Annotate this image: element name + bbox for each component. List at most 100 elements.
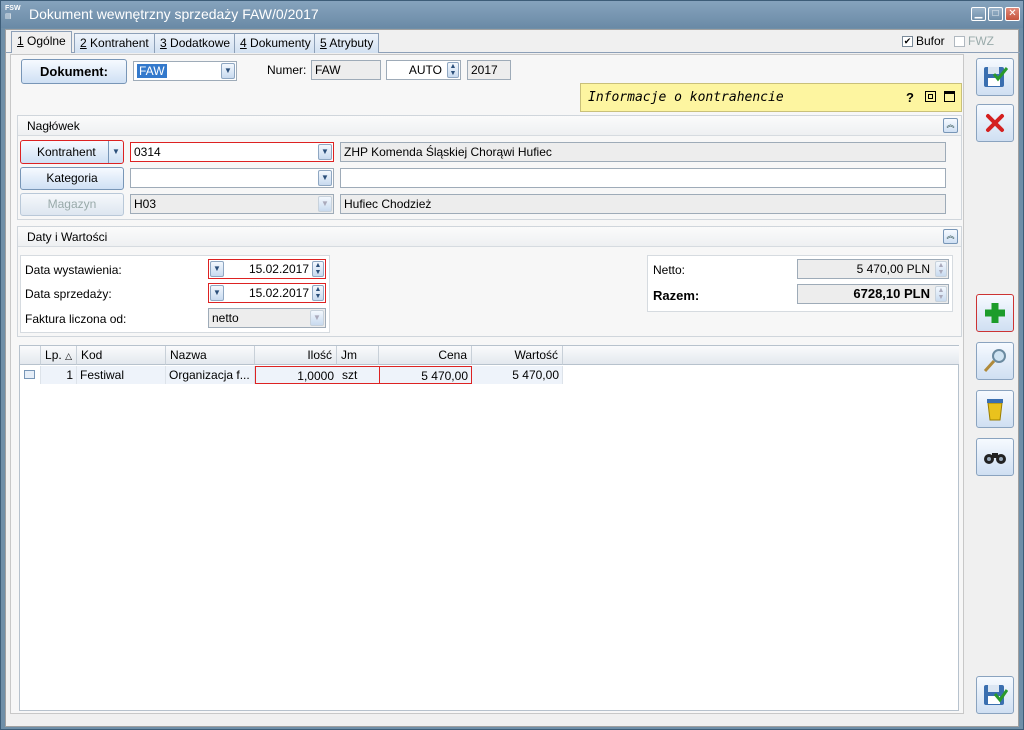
tab-key: 4 <box>240 36 247 50</box>
cell-jm: szt <box>342 368 358 382</box>
tab-dodatkowe[interactable]: 3 Dodatkowe <box>154 33 237 53</box>
fwz-checkbox[interactable] <box>954 36 965 47</box>
tab-label: Kontrahent <box>86 36 149 50</box>
magazyn-button: Magazyn <box>20 193 124 216</box>
grid-select-header[interactable] <box>20 346 41 365</box>
grid-header-filler <box>563 346 959 365</box>
row-selector[interactable] <box>20 366 41 384</box>
trash-bin-icon <box>987 399 1003 421</box>
grid-header-cena[interactable]: Cena <box>379 346 472 365</box>
grid-header-nazwa[interactable]: Nazwa <box>166 346 255 365</box>
spin-icon: ▲ ▼ <box>935 286 947 302</box>
window-title: Dokument wewnętrzny sprzedaży FAW/0/2017 <box>29 6 319 22</box>
add-item-button[interactable] <box>976 294 1014 332</box>
document-type-value: FAW <box>137 64 167 78</box>
floppy-save-icon <box>984 67 1008 87</box>
numer-year-field: 2017 <box>467 60 511 80</box>
tab-key: 3 <box>160 36 167 50</box>
data-wystawienia-label: Data wystawienia: <box>25 263 122 277</box>
kategoria-select[interactable]: ▼ <box>130 168 334 188</box>
netto-value: 5 470,00 PLN <box>856 262 930 276</box>
data-sprzedazy-value: 15.02.2017 <box>248 286 309 300</box>
tab-label: Dokumenty <box>246 36 311 50</box>
razem-value: 6728,10 PLN <box>853 286 930 301</box>
spin-icon[interactable]: ▲ ▼ <box>447 62 459 78</box>
calendar-dropdown-icon[interactable]: ▼ <box>210 285 224 301</box>
data-wystawienia-field[interactable]: ▼ 15.02.2017 ▲ ▼ <box>208 259 326 279</box>
tab-key: 2 <box>80 36 87 50</box>
data-wystawienia-value: 15.02.2017 <box>248 262 309 276</box>
collapse-up-icon[interactable]: ︽ <box>943 229 958 244</box>
spin-icon[interactable]: ▲ ▼ <box>312 261 324 277</box>
document-type-select[interactable]: FAW ▼ <box>133 61 237 81</box>
chevron-down-icon[interactable]: ▼ <box>221 63 235 79</box>
grid-header-wartosc[interactable]: Wartość <box>472 346 563 365</box>
chevron-down-icon[interactable]: ▼ <box>318 144 332 160</box>
netto-label: Netto: <box>653 263 686 277</box>
kontrahent-code-value: 0314 <box>134 145 161 159</box>
edit-item-button[interactable] <box>976 342 1014 380</box>
numer-auto-field[interactable]: AUTO ▲ ▼ <box>386 60 461 80</box>
data-sprzedazy-label: Data sprzedaży: <box>25 287 112 301</box>
grid-header-label: Lp. <box>45 348 62 362</box>
chevron-down-icon[interactable]: ▼ <box>318 170 332 186</box>
razem-value-field: 6728,10 PLN ▲ ▼ <box>797 284 949 304</box>
tab-dokumenty[interactable]: 4 Dokumenty <box>234 33 317 53</box>
search-button[interactable] <box>976 438 1014 476</box>
items-grid[interactable]: Lp. △ Kod Nazwa Ilość Jm Cena Wartość 1 … <box>19 345 959 711</box>
data-sprzedazy-field[interactable]: ▼ 15.02.2017 ▲ ▼ <box>208 283 326 303</box>
netto-value-field: 5 470,00 PLN ▲ ▼ <box>797 259 949 279</box>
app-icon: FSW ▤ <box>5 5 21 20</box>
magazyn-code-value: H03 <box>134 197 157 211</box>
delete-item-button[interactable] <box>976 390 1014 428</box>
spin-icon: ▲ ▼ <box>935 261 947 277</box>
grid-header-kod[interactable]: Kod <box>77 346 166 365</box>
spin-icon[interactable]: ▲ ▼ <box>312 285 324 301</box>
binoculars-icon <box>984 453 1006 464</box>
grid-header-jm[interactable]: Jm <box>337 346 379 365</box>
title-bar[interactable]: FSW ▤ Dokument wewnętrzny sprzedaży FAW/0… <box>1 1 1023 28</box>
grid-header-lp[interactable]: Lp. △ <box>41 346 77 365</box>
main-panel: Dokument: FAW ▼ Numer: FAW AUTO ▲ ▼ 2017 … <box>10 54 964 714</box>
naglowek-group: Nagłówek ︽ Kontrahent ▼ 0314 ▼ ZHP Komen… <box>17 115 962 220</box>
magazyn-code-field: H03 ▼ <box>130 194 334 214</box>
maximize-panel-icon[interactable] <box>944 91 955 102</box>
save-button[interactable] <box>976 58 1014 96</box>
faktura-od-select[interactable]: netto ▼ <box>208 308 326 328</box>
chevron-down-icon[interactable]: ▼ <box>108 141 123 163</box>
kategoria-button[interactable]: Kategoria <box>20 167 124 190</box>
application-window: FSW ▤ Dokument wewnętrzny sprzedaży FAW/0… <box>0 0 1024 730</box>
kontrahent-code-field[interactable]: 0314 ▼ <box>130 142 334 162</box>
cancel-button[interactable] <box>976 104 1014 142</box>
tab-kontrahent[interactable]: 2 Kontrahent <box>74 33 155 53</box>
grid-header-ilosc[interactable]: Ilość <box>255 346 337 365</box>
restore-panel-icon[interactable] <box>925 91 936 102</box>
close-window-button[interactable]: ✕ <box>1005 7 1020 21</box>
cell-cena[interactable]: 5 470,00 <box>379 366 472 384</box>
form-client-area: 1 Ogólne 2 Kontrahent 3 Dodatkowe 4 Doku… <box>5 29 1020 727</box>
bufor-checkbox[interactable]: ✔ <box>902 36 913 47</box>
kontrahent-name-field: ZHP Komenda Śląskiej Chorąwi Hufiec <box>340 142 946 162</box>
dokument-button[interactable]: Dokument: <box>21 59 127 84</box>
tab-ogolne[interactable]: 1 Ogólne <box>11 31 72 53</box>
chevron-down-icon[interactable]: ▼ <box>310 310 324 326</box>
contractor-info-panel: Informacje o kontrahencie ? <box>580 83 962 112</box>
tab-atrybuty[interactable]: 5 Atrybuty <box>314 33 380 53</box>
maximize-button[interactable]: □ <box>988 7 1003 21</box>
save-and-close-button[interactable] <box>976 676 1014 714</box>
razem-label: Razem: <box>653 288 700 303</box>
minimize-button[interactable]: ▁ <box>971 7 986 21</box>
app-icon-text: FSW <box>5 5 21 12</box>
faktura-od-value: netto <box>212 311 239 325</box>
kategoria-description-field[interactable] <box>340 168 946 188</box>
kontrahent-button[interactable]: Kontrahent ▼ <box>20 140 124 164</box>
cell-kod: Festiwal <box>77 366 166 384</box>
collapse-up-icon[interactable]: ︽ <box>943 118 958 133</box>
daty-wartosci-header: Daty i Wartości ︽ <box>18 227 961 247</box>
floppy-save-close-icon <box>984 685 1008 705</box>
cell-nazwa: Organizacja f... <box>166 366 255 384</box>
help-icon[interactable]: ? <box>906 90 914 105</box>
cell-lp: 1 <box>41 366 77 384</box>
calendar-dropdown-icon[interactable]: ▼ <box>210 261 224 277</box>
magazyn-name-field: Hufiec Chodzież <box>340 194 946 214</box>
